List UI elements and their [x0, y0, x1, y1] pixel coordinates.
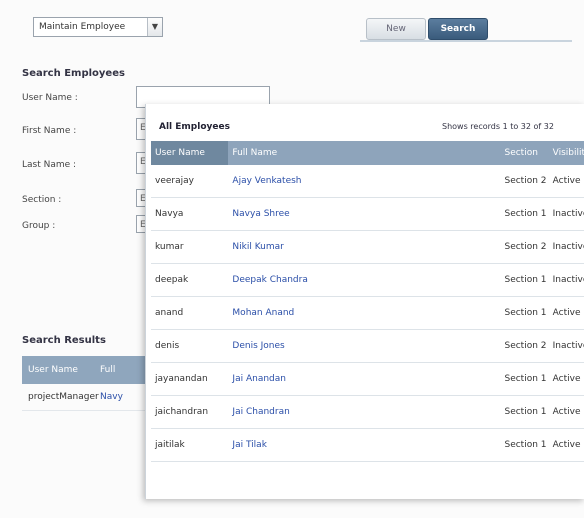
- cell-visibility: Inactive: [548, 329, 584, 363]
- last-name-label: Last Name :: [22, 160, 77, 170]
- results-cell-username: projectManager: [28, 392, 99, 402]
- section-label: Section :: [22, 195, 62, 205]
- cell-visibility: Inactive: [548, 230, 584, 264]
- results-header-row: User Name Full: [22, 356, 152, 384]
- cell-section: Section 2: [500, 230, 549, 264]
- all-employees-popup: All Employees Shows records 1 to 32 of 3…: [145, 104, 584, 499]
- cell-section: Section 1: [500, 197, 549, 231]
- col-header-username[interactable]: User Name: [151, 141, 229, 165]
- cell-username: jayanandan: [151, 362, 229, 396]
- table-row[interactable]: projectManager Navy: [22, 384, 152, 411]
- cell-fullname-link[interactable]: Jai Tilak: [228, 428, 501, 462]
- cell-section: Section 2: [500, 329, 549, 363]
- cell-visibility: Inactive: [548, 263, 584, 297]
- cell-username: anand: [151, 296, 229, 330]
- cell-section: Section 1: [500, 296, 549, 330]
- table-row[interactable]: deepak Deepak Chandra Section 1 Inactive: [151, 263, 584, 297]
- cell-visibility: Active: [548, 428, 584, 462]
- first-name-label: First Name :: [22, 126, 77, 136]
- panel-title: All Employees: [159, 122, 230, 132]
- cell-section: Section 1: [500, 362, 549, 396]
- module-select[interactable]: Maintain Employee ▼: [33, 17, 163, 37]
- cell-fullname-link[interactable]: Ajay Venkatesh: [228, 165, 501, 198]
- col-header-fullname[interactable]: Full Name: [228, 141, 501, 165]
- cell-username: Navya: [151, 197, 229, 231]
- cell-section: Section 1: [500, 428, 549, 462]
- employees-grid: User Name Full Name Section Visibility v…: [151, 141, 584, 462]
- results-cell-fullname[interactable]: Navy: [94, 392, 123, 402]
- cell-username: jaichandran: [151, 395, 229, 429]
- table-row[interactable]: jaitilak Jai Tilak Section 1 Active: [151, 428, 584, 462]
- cell-fullname-link[interactable]: Jai Chandran: [228, 395, 501, 429]
- cell-fullname-link[interactable]: Jai Anandan: [228, 362, 501, 396]
- search-results-table: User Name Full projectManager Navy: [22, 356, 152, 411]
- search-results-heading: Search Results: [22, 335, 106, 346]
- cell-username: jaitilak: [151, 428, 229, 462]
- tab-divider: [360, 40, 572, 42]
- results-col-username[interactable]: User Name: [22, 365, 94, 375]
- module-select-value: Maintain Employee: [39, 22, 126, 32]
- grid-header-row: User Name Full Name Section Visibility: [151, 141, 584, 165]
- username-label: User Name :: [22, 93, 78, 103]
- table-row[interactable]: veerajay Ajay Venkatesh Section 2 Active: [151, 165, 584, 198]
- table-row[interactable]: jayanandan Jai Anandan Section 1 Active: [151, 362, 584, 396]
- cell-username: kumar: [151, 230, 229, 264]
- search-tab-button[interactable]: Search: [428, 18, 488, 40]
- col-header-section[interactable]: Section: [500, 141, 549, 165]
- cell-fullname-link[interactable]: Nikil Kumar: [228, 230, 501, 264]
- cell-username: deepak: [151, 263, 229, 297]
- cell-username: veerajay: [151, 165, 229, 198]
- cell-username: denis: [151, 329, 229, 363]
- cell-fullname-link[interactable]: Mohan Anand: [228, 296, 501, 330]
- page: Maintain Employee ▼ New Search Search Em…: [0, 0, 584, 518]
- search-employees-heading: Search Employees: [22, 68, 125, 79]
- table-row[interactable]: denis Denis Jones Section 2 Inactive: [151, 329, 584, 363]
- table-row[interactable]: jaichandran Jai Chandran Section 1 Activ…: [151, 395, 584, 429]
- cell-visibility: Active: [548, 296, 584, 330]
- group-label: Group :: [22, 221, 56, 231]
- records-count: Shows records 1 to 32 of 32: [442, 122, 554, 131]
- cell-visibility: Inactive: [548, 197, 584, 231]
- table-row[interactable]: kumar Nikil Kumar Section 2 Inactive: [151, 230, 584, 264]
- cell-visibility: Active: [548, 362, 584, 396]
- table-row[interactable]: anand Mohan Anand Section 1 Active: [151, 296, 584, 330]
- cell-section: Section 1: [500, 263, 549, 297]
- cell-section: Section 2: [500, 165, 549, 198]
- table-row[interactable]: Navya Navya Shree Section 1 Inactive: [151, 197, 584, 231]
- cell-visibility: Active: [548, 165, 584, 198]
- cell-fullname-link[interactable]: Navya Shree: [228, 197, 501, 231]
- chevron-down-icon[interactable]: ▼: [147, 18, 162, 36]
- col-header-visibility[interactable]: Visibility: [548, 141, 584, 165]
- cell-fullname-link[interactable]: Deepak Chandra: [228, 263, 501, 297]
- cell-fullname-link[interactable]: Denis Jones: [228, 329, 501, 363]
- results-col-fullname[interactable]: Full: [94, 365, 115, 375]
- new-tab-button[interactable]: New: [366, 18, 426, 40]
- cell-visibility: Active: [548, 395, 584, 429]
- cell-section: Section 1: [500, 395, 549, 429]
